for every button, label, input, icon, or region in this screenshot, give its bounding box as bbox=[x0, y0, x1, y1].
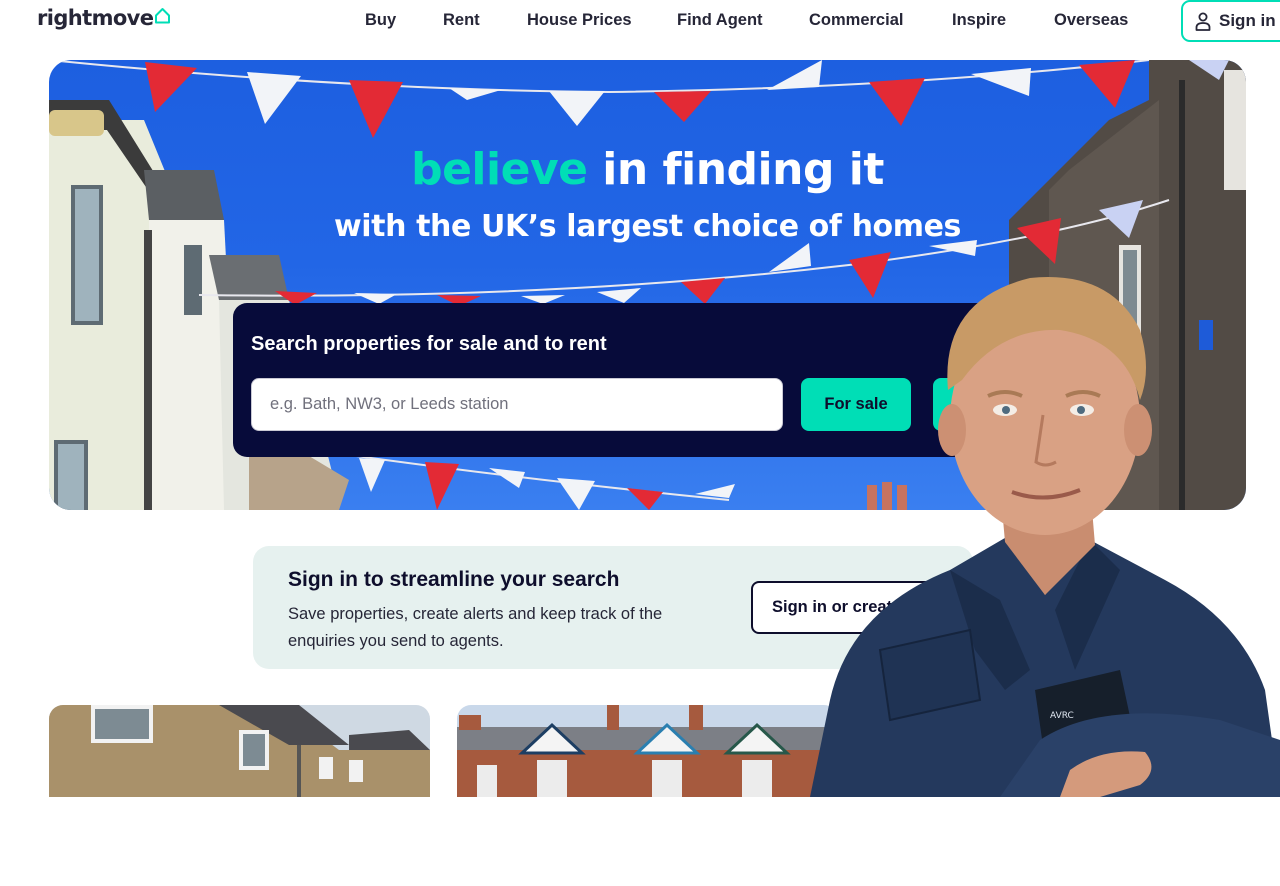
nav-overseas[interactable]: Overseas bbox=[1054, 11, 1128, 30]
svg-text:AVRC: AVRC bbox=[1050, 711, 1074, 721]
search-heading: Search properties for sale and to rent bbox=[251, 333, 607, 355]
hero-title-rest: in finding it bbox=[587, 144, 884, 195]
header-signin-button[interactable]: Sign in bbox=[1181, 0, 1280, 42]
for-sale-button[interactable]: For sale bbox=[801, 378, 911, 431]
hero-title: believe in finding it bbox=[49, 144, 1246, 195]
header-signin-label: Sign in bbox=[1219, 11, 1276, 30]
user-icon bbox=[1195, 12, 1211, 31]
stone-cottages-photo bbox=[49, 705, 430, 797]
logo-text: rightmove bbox=[37, 6, 154, 30]
nav-house-prices[interactable]: House Prices bbox=[527, 11, 632, 30]
property-card-image[interactable] bbox=[457, 705, 838, 797]
terraced-houses-photo bbox=[457, 705, 838, 797]
property-card-image[interactable] bbox=[49, 705, 430, 797]
nav-buy[interactable]: Buy bbox=[365, 11, 396, 30]
rightmove-logo[interactable]: rightmove bbox=[37, 6, 171, 30]
nav-find-agent[interactable]: Find Agent bbox=[677, 11, 763, 30]
house-outline-icon bbox=[155, 8, 171, 24]
search-panel: Search properties for sale and to rent F… bbox=[233, 303, 1043, 457]
signin-promo: Sign in to streamline your search Save p… bbox=[253, 546, 1001, 669]
search-input[interactable] bbox=[251, 378, 783, 431]
signin-or-create-button[interactable]: Sign in or create bbox=[751, 581, 1001, 634]
site-header: rightmove Buy Rent House Prices Find Age… bbox=[0, 0, 1280, 44]
promo-title: Sign in to streamline your search bbox=[288, 568, 620, 591]
to-rent-button[interactable] bbox=[933, 378, 1043, 431]
nav-rent[interactable]: Rent bbox=[443, 11, 480, 30]
hero-title-accent: believe bbox=[411, 144, 588, 195]
hero-subtitle: with the UK’s largest choice of homes bbox=[333, 209, 962, 244]
nav-commercial[interactable]: Commercial bbox=[809, 11, 903, 30]
nav-inspire[interactable]: Inspire bbox=[952, 11, 1006, 30]
promo-text: Save properties, create alerts and keep … bbox=[288, 605, 663, 650]
